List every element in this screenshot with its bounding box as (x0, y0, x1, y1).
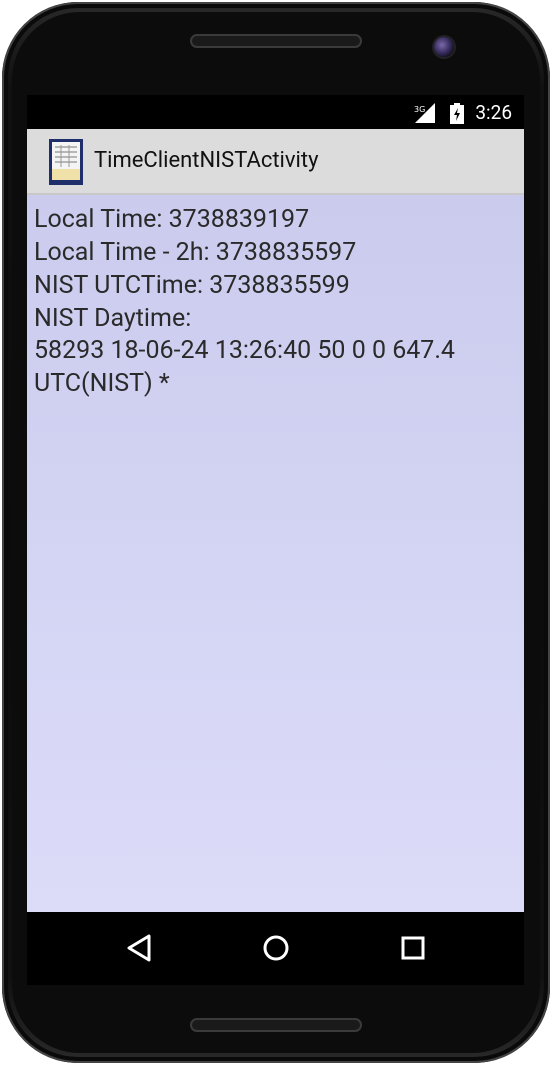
signal-3g-icon: 3G (414, 103, 436, 127)
bottom-speaker (190, 1018, 362, 1032)
navigation-bar (27, 912, 524, 985)
main-content: Local Time: 3738839197 Local Time - 2h: … (27, 195, 524, 912)
status-bar: 3G 3:26 (27, 95, 524, 129)
nist-daytime-label: NIST Daytime: (34, 304, 192, 333)
home-circle-icon[interactable] (258, 930, 294, 966)
app-title: TimeClientNISTActivity (94, 148, 319, 173)
front-camera (434, 37, 454, 57)
nist-utc-time-text: NIST UTCTime: 3738835599 (34, 271, 350, 300)
svg-text:3G: 3G (414, 105, 425, 114)
action-bar: TimeClientNISTActivity (27, 129, 524, 195)
local-time-minus-2h-text: Local Time - 2h: 3738835597 (34, 238, 357, 267)
local-time-text: Local Time: 3738839197 (34, 205, 310, 234)
nist-daytime-suffix: UTC(NIST) * (34, 369, 170, 398)
back-triangle-icon[interactable] (121, 930, 157, 966)
screen: 3G 3:26 TimeClientNISTActivity Local Tim… (27, 95, 524, 985)
top-speaker (190, 34, 362, 48)
status-time: 3:26 (475, 101, 512, 124)
nist-daytime-value: 58293 18-06-24 13:26:40 50 0 0 647.4 (34, 336, 455, 365)
app-icon[interactable] (49, 139, 83, 185)
battery-icon (450, 103, 464, 128)
recent-apps-square-icon[interactable] (395, 930, 431, 966)
